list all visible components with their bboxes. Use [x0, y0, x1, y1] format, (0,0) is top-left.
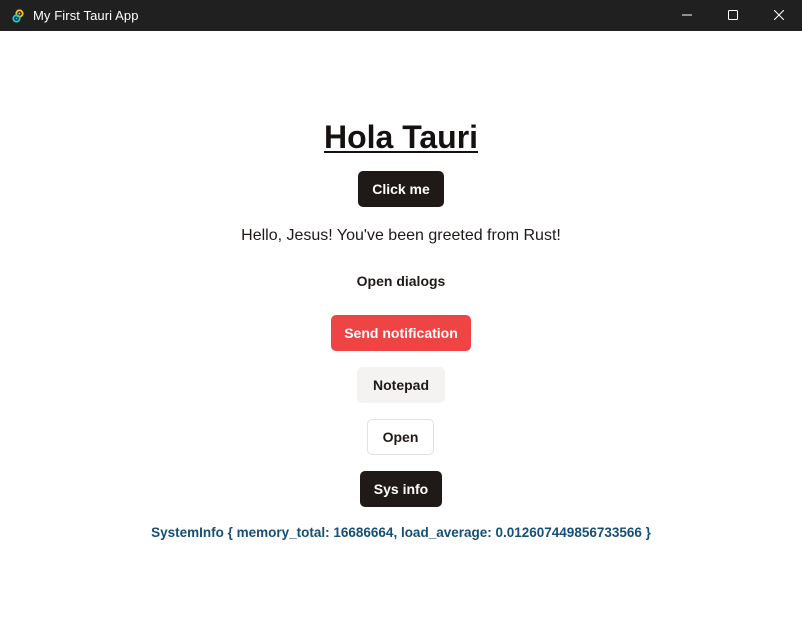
- sys-info-button[interactable]: Sys info: [360, 471, 442, 507]
- title-bar[interactable]: My First Tauri App: [0, 0, 802, 31]
- send-notification-button[interactable]: Send notification: [331, 315, 471, 351]
- close-icon: [773, 7, 785, 25]
- app-window: My First Tauri App Hola Tauri Click me H…: [0, 0, 802, 632]
- main-content: Hola Tauri Click me Hello, Jesus! You've…: [1, 31, 801, 631]
- minimize-button[interactable]: [664, 0, 710, 31]
- close-button[interactable]: [756, 0, 802, 31]
- tauri-logo-icon: [10, 8, 26, 24]
- notepad-button[interactable]: Notepad: [357, 367, 445, 403]
- greeting-message: Hello, Jesus! You've been greeted from R…: [241, 227, 561, 244]
- maximize-button[interactable]: [710, 0, 756, 31]
- maximize-icon: [728, 7, 738, 25]
- minimize-icon: [682, 7, 692, 25]
- window-controls: [664, 0, 802, 31]
- open-dialogs-label: Open dialogs: [356, 273, 446, 289]
- system-info-output: SystemInfo { memory_total: 16686664, loa…: [151, 525, 651, 540]
- window-title: My First Tauri App: [33, 8, 139, 23]
- click-me-button[interactable]: Click me: [358, 171, 444, 207]
- open-button[interactable]: Open: [367, 419, 434, 455]
- page-title: Hola Tauri: [323, 119, 479, 155]
